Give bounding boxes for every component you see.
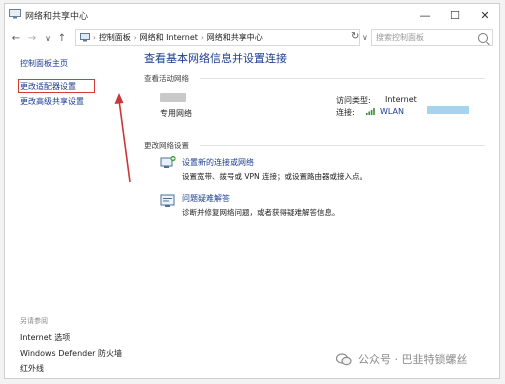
control-panel-window: 网络和共享中心 — ☐ ✕ ← → ∨ ↑ › 控制面板 › 网络和 Inter… <box>4 3 500 379</box>
troubleshoot-icon <box>160 194 175 207</box>
access-type-label: 访问类型: <box>336 96 371 105</box>
section-divider <box>200 145 485 146</box>
task-new-connection-desc: 设置宽带、拨号或 VPN 连接；或设置路由器或接入点。 <box>182 172 368 181</box>
address-bar[interactable]: › 控制面板 › 网络和 Internet › 网络和共享中心 <box>75 29 360 46</box>
see-also-heading: 另请参阅 <box>20 317 48 325</box>
back-button[interactable]: ← <box>9 30 23 46</box>
see-also-internet-options[interactable]: Internet 选项 <box>20 332 70 343</box>
breadcrumb-control-panel[interactable]: 控制面板 <box>99 32 131 43</box>
task-troubleshoot-link[interactable]: 问题疑难解答 <box>182 193 230 204</box>
recent-dropdown-icon[interactable]: ∨ <box>41 30 55 46</box>
address-row: ← → ∨ ↑ › 控制面板 › 网络和 Internet › 网络和共享中心 … <box>5 26 499 50</box>
breadcrumb-network-center[interactable]: 网络和共享中心 <box>207 32 263 43</box>
see-also-infrared[interactable]: 红外线 <box>20 363 44 374</box>
maximize-button[interactable]: ☐ <box>441 6 469 24</box>
change-settings-label: 更改网络设置 <box>144 141 189 150</box>
watermark: 公众号 · 巴韭特锁螺丝 <box>336 351 468 367</box>
title-bar[interactable]: 网络和共享中心 — ☐ ✕ <box>5 4 499 26</box>
up-button[interactable]: ↑ <box>55 30 69 46</box>
breadcrumb-separator: › <box>200 33 204 42</box>
minimize-button[interactable]: — <box>411 6 439 24</box>
network-center-icon <box>9 9 21 19</box>
connection-label: 连接: <box>336 108 355 117</box>
wlan-name-redacted <box>427 106 469 114</box>
sidebar-item-advanced-sharing[interactable]: 更改高级共享设置 <box>20 96 84 107</box>
breadcrumb-separator: › <box>93 33 96 42</box>
see-also-firewall[interactable]: Windows Defender 防火墙 <box>20 348 122 359</box>
network-type: 专用网络 <box>160 109 192 118</box>
control-panel-icon <box>80 33 90 42</box>
search-placeholder: 搜索控制面板 <box>376 33 424 42</box>
search-input[interactable]: 搜索控制面板 <box>371 29 493 46</box>
section-divider <box>200 78 485 79</box>
watermark-text: 公众号 · 巴韭特锁螺丝 <box>358 353 468 366</box>
forward-button[interactable]: → <box>25 30 39 46</box>
task-new-connection-link[interactable]: 设置新的连接或网络 <box>182 157 254 168</box>
search-icon[interactable] <box>478 33 488 43</box>
breadcrumb-network-internet[interactable]: 网络和 Internet <box>140 32 198 43</box>
close-button[interactable]: ✕ <box>471 6 499 24</box>
sidebar-item-home[interactable]: 控制面板主页 <box>20 58 68 69</box>
network-name-redacted <box>160 93 186 102</box>
task-troubleshoot-desc: 诊断并修复网络问题，或者获得疑难解答信息。 <box>182 208 340 217</box>
page-title: 查看基本网络信息并设置连接 <box>144 52 287 65</box>
sidebar: 控制面板主页 更改适配器设置 更改高级共享设置 另请参阅 Internet 选项… <box>5 50 125 378</box>
breadcrumb-separator: › <box>133 33 137 42</box>
refresh-button[interactable]: ↻ <box>351 31 359 42</box>
wechat-icon <box>336 352 352 365</box>
main-content: 查看基本网络信息并设置连接 查看活动网络 专用网络 访问类型: Internet… <box>130 50 495 378</box>
annotation-highlight-box <box>18 79 95 93</box>
active-networks-label: 查看活动网络 <box>144 74 189 83</box>
wlan-connection-link[interactable]: WLAN <box>380 107 404 116</box>
new-connection-icon <box>160 155 176 168</box>
access-type-value: Internet <box>385 95 417 104</box>
wifi-signal-icon <box>366 108 375 115</box>
address-dropdown-icon[interactable]: ∨ <box>362 33 368 42</box>
window-title: 网络和共享中心 <box>25 12 89 22</box>
